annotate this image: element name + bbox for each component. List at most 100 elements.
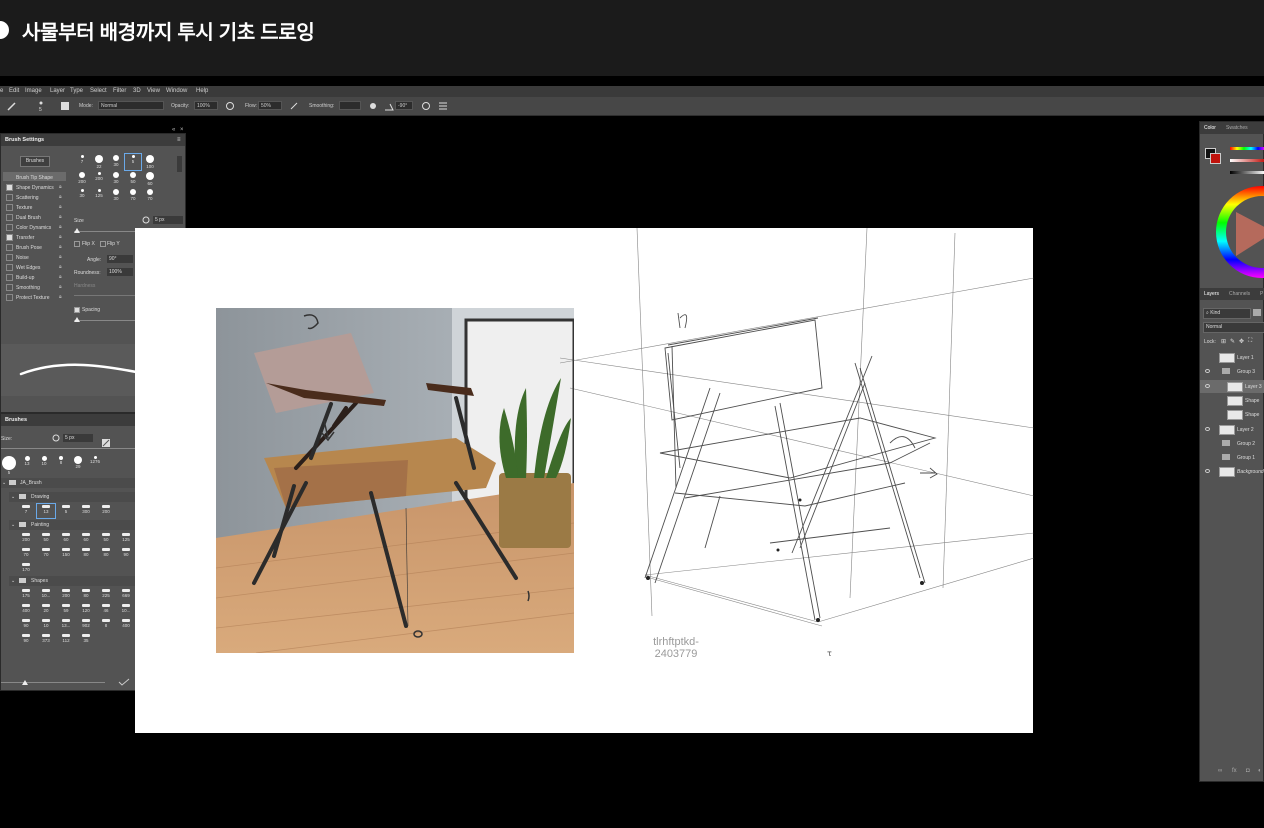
flow-input[interactable]: 50%: [258, 101, 282, 110]
brush-setting-item[interactable]: Brush Tip Shape: [6, 174, 53, 181]
brush-preset[interactable]: 120: [77, 603, 95, 617]
lock-icon[interactable]: 🔒︎: [59, 224, 62, 230]
menu-layer[interactable]: Layer: [50, 88, 65, 94]
brush-preset[interactable]: 225: [97, 588, 115, 602]
brush-preset[interactable]: 902: [77, 618, 95, 632]
brush-tip[interactable]: 30: [108, 188, 124, 204]
menu-view[interactable]: View: [147, 88, 160, 94]
reset-size-icon[interactable]: [52, 434, 60, 442]
brush-tip-grid[interactable]: 7 22 30 5 100 200 200 30 50 60 30 125 30 70 70: [74, 153, 182, 212]
layer-filter-kind[interactable]: ⌕ Kind: [1203, 308, 1251, 319]
saturation-slider[interactable]: [1230, 159, 1264, 162]
smoothing-input[interactable]: [339, 101, 361, 110]
brush-preset[interactable]: 125: [117, 532, 135, 546]
recent-brush[interactable]: 10: [36, 454, 52, 466]
layer-row[interactable]: Group 2: [1200, 437, 1264, 450]
brush-tip[interactable]: 30: [108, 171, 124, 187]
brush-tip[interactable]: 100: [142, 154, 158, 170]
checkbox[interactable]: [6, 294, 13, 301]
menu-help[interactable]: Help: [196, 88, 208, 94]
brush-preset[interactable]: 90: [17, 633, 35, 647]
brushes-size-input[interactable]: 5 px: [63, 434, 93, 442]
brush-setting-item[interactable]: Build-up: [6, 274, 34, 281]
brush-preset[interactable]: 200: [97, 504, 115, 518]
brush-preset[interactable]: 59: [57, 603, 75, 617]
reset-size-icon[interactable]: [142, 216, 150, 224]
brush-preset[interactable]: 300: [77, 504, 95, 518]
brush-preset[interactable]: 10: [37, 618, 55, 632]
lock-icon[interactable]: 🔒︎: [59, 214, 62, 220]
blend-mode-select[interactable]: Normal: [1203, 322, 1264, 333]
brush-setting-item[interactable]: Texture: [6, 204, 32, 211]
checkbox[interactable]: [6, 284, 13, 291]
lock-pixels-icon[interactable]: ✎: [1230, 338, 1235, 345]
brush-preset[interactable]: 400: [17, 603, 35, 617]
layer-row[interactable]: Group 3: [1200, 365, 1264, 378]
tab-channels[interactable]: Channels: [1229, 291, 1250, 297]
brightness-slider[interactable]: [1230, 171, 1264, 174]
brush-tip[interactable]: 5: [124, 153, 142, 171]
brush-preset[interactable]: 150: [57, 547, 75, 561]
adjustment-layer-icon[interactable]: ◐: [1258, 768, 1262, 774]
pressure-opacity-icon[interactable]: [225, 101, 235, 111]
lock-icon[interactable]: 🔒︎: [59, 184, 62, 190]
spacing-checkbox[interactable]: Spacing: [82, 307, 100, 313]
brush-setting-item[interactable]: Scattering: [6, 194, 39, 201]
angle-input[interactable]: -90°: [395, 101, 413, 110]
brush-tip[interactable]: 125: [91, 188, 107, 204]
brush-preset[interactable]: 35: [77, 633, 95, 647]
menu-3d[interactable]: 3D: [133, 88, 141, 94]
brush-setting-item[interactable]: Wet Edges: [6, 264, 40, 271]
brush-preset[interactable]: 70: [37, 547, 55, 561]
brush-tool-icon[interactable]: [6, 100, 18, 112]
color-wheel[interactable]: [1214, 184, 1264, 280]
checkbox[interactable]: [6, 224, 13, 231]
angle-field[interactable]: 90°: [107, 255, 133, 263]
brush-tip[interactable]: 30: [74, 188, 90, 204]
menu-edit[interactable]: Edit: [9, 88, 19, 94]
brush-preset[interactable]: 373: [37, 633, 55, 647]
brush-preset[interactable]: 70: [17, 547, 35, 561]
tab-swatches[interactable]: Swatches: [1226, 125, 1248, 131]
brush-preset[interactable]: 669: [117, 588, 135, 602]
checkbox[interactable]: [6, 264, 13, 271]
recent-brush[interactable]: 1276: [87, 454, 103, 464]
brush-preset[interactable]: 50: [37, 532, 55, 546]
brush-preset[interactable]: 7: [17, 504, 35, 518]
lock-icon[interactable]: 🔒︎: [59, 194, 62, 200]
lock-icon[interactable]: 🔒︎: [59, 294, 62, 300]
layer-style-icon[interactable]: fx: [1232, 768, 1237, 774]
tab-layers[interactable]: Layers: [1204, 291, 1219, 297]
brush-setting-item[interactable]: Brush Pose: [6, 244, 42, 251]
thumbnail-size-slider[interactable]: [1, 682, 105, 683]
brush-preset[interactable]: 90: [117, 547, 135, 561]
brush-preset[interactable]: 200: [57, 588, 75, 602]
visibility-eye-icon[interactable]: [1205, 426, 1210, 431]
visibility-eye-icon[interactable]: [1205, 383, 1210, 388]
checkbox[interactable]: [6, 244, 13, 251]
brush-tip[interactable]: 50: [125, 171, 141, 187]
pressure-size-icon[interactable]: [421, 101, 431, 111]
layer-row[interactable]: Layer 3: [1200, 379, 1264, 393]
recent-brush[interactable]: 8: [53, 454, 69, 465]
layer-row[interactable]: Layer 1: [1200, 351, 1264, 364]
tab-color[interactable]: Color: [1204, 125, 1216, 131]
spacing-slider-handle[interactable]: [74, 317, 80, 322]
layer-row[interactable]: Background: [1200, 465, 1264, 478]
brush-preset[interactable]: 80: [77, 547, 95, 561]
brush-preset[interactable]: 10...: [37, 588, 55, 602]
brush-preset[interactable]: 60: [77, 532, 95, 546]
brush-preview-toggle-icon[interactable]: [118, 678, 130, 686]
layer-row[interactable]: Shape: [1200, 408, 1264, 421]
visibility-eye-icon[interactable]: [1205, 369, 1210, 374]
brush-setting-item[interactable]: Dual Brush: [6, 214, 41, 221]
airbrush-icon[interactable]: [289, 101, 299, 111]
checkbox[interactable]: [6, 184, 13, 191]
brush-preset[interactable]: 80: [77, 588, 95, 602]
brush-settings-toggle-icon[interactable]: [60, 101, 70, 111]
channel-avatar[interactable]: [0, 21, 9, 39]
opacity-input[interactable]: 100%: [194, 101, 218, 110]
lock-icon[interactable]: 🔒︎: [59, 284, 62, 290]
brush-preset[interactable]: 5: [57, 504, 75, 518]
brush-preset[interactable]: 8: [97, 618, 115, 632]
